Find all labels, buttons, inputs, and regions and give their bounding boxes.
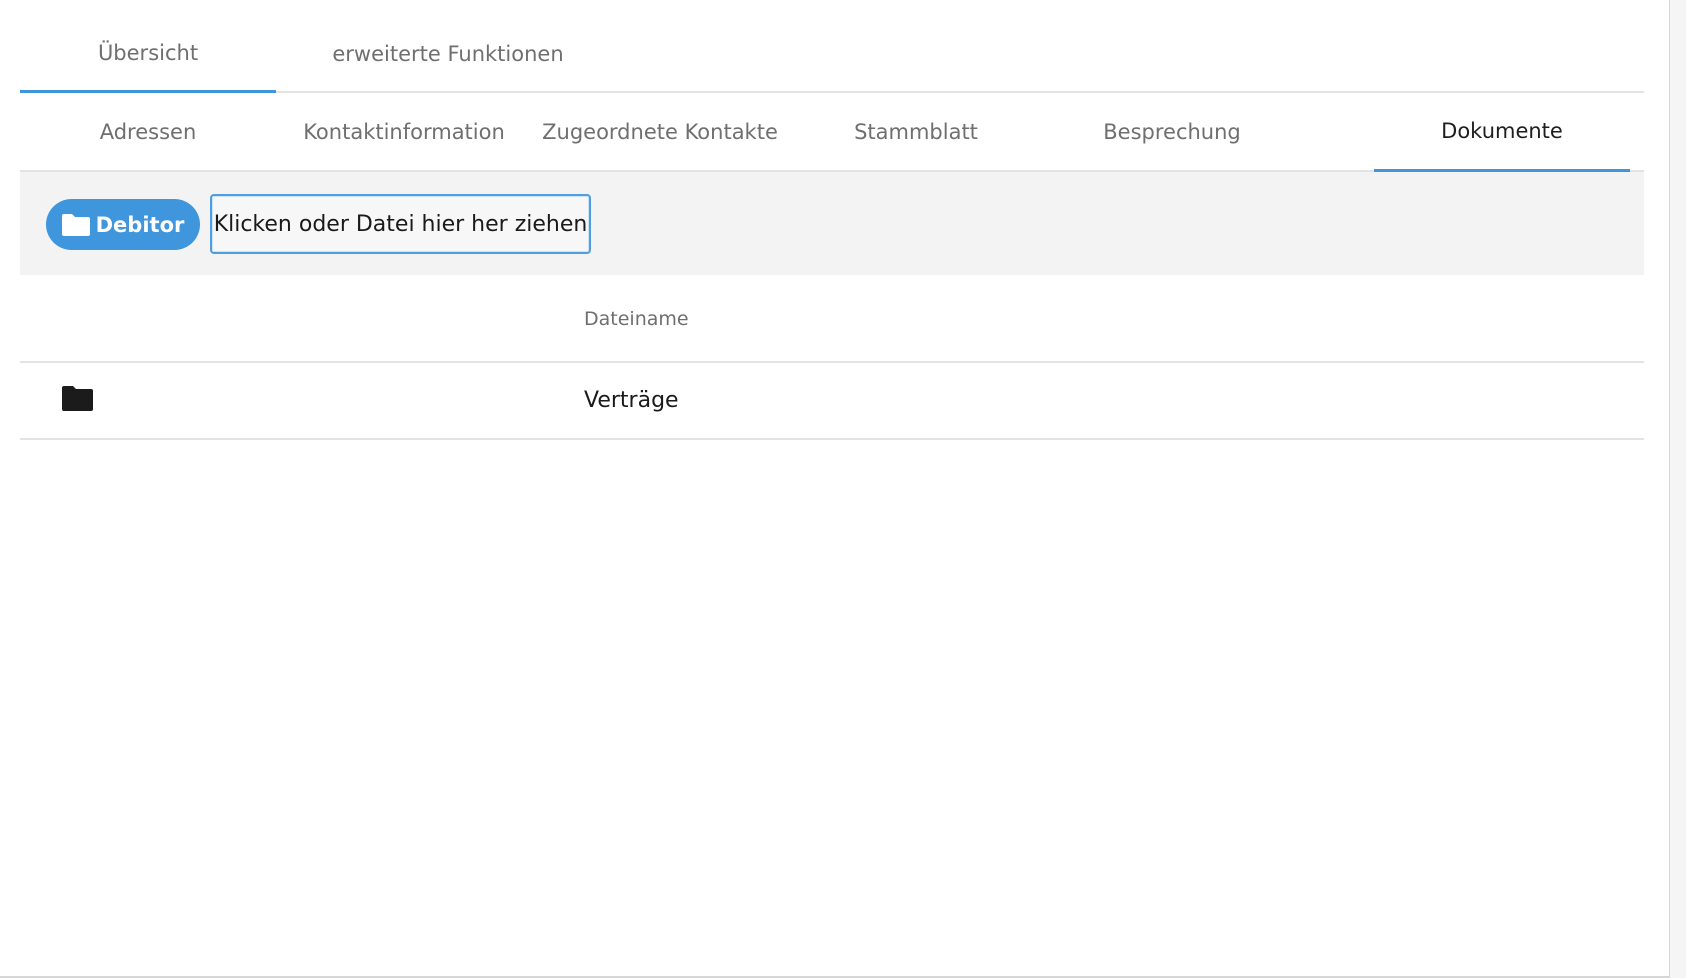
tab-zugeordnete-kontakte-label: Zugeordnete Kontakte	[542, 119, 778, 144]
file-dropzone-text: Klicken oder Datei hier her ziehen	[213, 211, 588, 237]
tab-dokumente[interactable]: Dokumente	[1374, 93, 1630, 172]
tab-uebersicht-label: Übersicht	[97, 41, 199, 65]
folder-icon	[61, 213, 90, 236]
tab-adressen-label: Adressen	[99, 119, 197, 144]
main-tab-bar: Übersicht erweiterte Funktionen	[20, 16, 1644, 93]
tab-kontaktinformation[interactable]: Kontaktinformation	[276, 93, 532, 170]
sub-tab-bar: Adressen Kontaktinformation Zugeordnete …	[20, 93, 1644, 172]
tab-besprechung[interactable]: Besprechung	[1044, 93, 1300, 170]
folder-icon	[62, 386, 93, 411]
documents-table: Dateiname Verträge	[20, 275, 1644, 440]
scrollbar-track[interactable]	[1669, 0, 1686, 978]
tab-erweiterte-funktionen[interactable]: erweiterte Funktionen	[276, 16, 620, 91]
document-toolbar: Debitor Klicken oder Datei hier her zieh…	[20, 172, 1644, 275]
file-dropzone[interactable]: Klicken oder Datei hier her ziehen	[210, 194, 591, 254]
debitor-folder-button[interactable]: Debitor	[46, 199, 200, 250]
tab-stammblatt[interactable]: Stammblatt	[788, 93, 1044, 170]
tab-stammblatt-label: Stammblatt	[854, 119, 978, 144]
tab-uebersicht[interactable]: Übersicht	[20, 16, 276, 93]
tab-adressen[interactable]: Adressen	[20, 93, 276, 170]
tab-erweiterte-funktionen-label: erweiterte Funktionen	[332, 41, 564, 66]
tab-besprechung-label: Besprechung	[1103, 119, 1241, 144]
documents-page: Übersicht erweiterte Funktionen Adressen…	[0, 0, 1686, 978]
tab-dokumente-label: Dokumente	[1441, 119, 1563, 143]
tab-kontaktinformation-label: Kontaktinformation	[303, 119, 505, 144]
column-header-dateiname: Dateiname	[584, 308, 689, 330]
table-header: Dateiname	[20, 275, 1644, 363]
debitor-folder-button-label: Debitor	[95, 212, 185, 237]
table-row[interactable]: Verträge	[20, 363, 1644, 440]
tab-zugeordnete-kontakte[interactable]: Zugeordnete Kontakte	[532, 93, 788, 170]
row-file-name: Verträge	[584, 388, 679, 413]
